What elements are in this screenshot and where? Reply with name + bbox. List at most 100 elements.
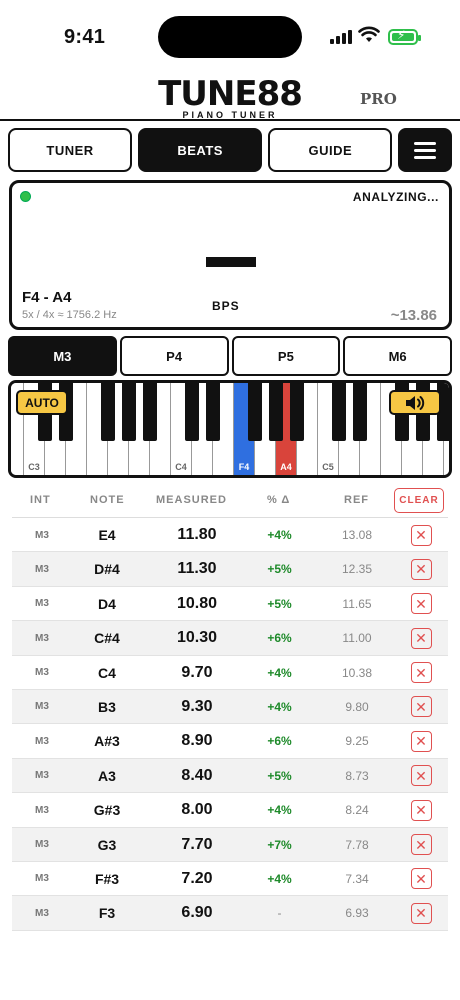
close-icon: ✕ — [410, 662, 432, 684]
table-row: M3 F#3 7.20 +4% 7.34 ✕ — [12, 862, 448, 897]
row-measured: 6.90 — [181, 904, 213, 922]
close-icon: ✕ — [410, 834, 432, 856]
tab-guide[interactable]: GUIDE — [268, 128, 393, 172]
row-delete-button[interactable]: ✕ — [410, 896, 432, 930]
row-measured: 7.70 — [181, 835, 213, 853]
row-delete-button[interactable]: ✕ — [410, 828, 432, 862]
table-row: M3 F3 6.90 - 6.93 ✕ — [12, 896, 448, 931]
row-reference: 8.24 — [345, 803, 369, 818]
interval-tab-p4[interactable]: P4 — [119, 336, 229, 376]
tab-tuner[interactable]: TUNER — [8, 128, 133, 172]
row-interval: M3 — [35, 907, 49, 919]
row-measured: 11.80 — [177, 526, 217, 543]
black-key-asharp3[interactable] — [143, 383, 157, 441]
row-delete-button[interactable]: ✕ — [410, 518, 432, 552]
row-delete-button[interactable]: ✕ — [410, 552, 432, 586]
row-delete-button[interactable]: ✕ — [410, 690, 432, 724]
close-icon: ✕ — [410, 868, 432, 890]
status-bar: 9:41 ⚡ — [0, 0, 460, 72]
row-delete-button[interactable]: ✕ — [410, 621, 432, 655]
table-row: M3 E4 11.80 +4% 13.08 ✕ — [12, 518, 448, 553]
header-divider — [0, 119, 460, 121]
key-label-c3: C3 — [28, 462, 40, 472]
black-key-gsharp4[interactable] — [269, 383, 283, 441]
row-reference: 8.73 — [345, 768, 369, 783]
battery-charging-icon: ⚡ — [388, 28, 421, 45]
row-reference: 10.38 — [341, 665, 373, 680]
row-interval: M3 — [35, 804, 49, 816]
row-interval: M3 — [35, 529, 49, 541]
interval-tab-m3[interactable]: M3 — [8, 336, 117, 376]
row-pct-delta: +5% — [267, 562, 292, 577]
row-delete-button[interactable]: ✕ — [410, 759, 432, 793]
clear-button[interactable]: CLEAR — [394, 488, 444, 513]
row-interval: M3 — [35, 598, 49, 610]
close-icon: ✕ — [410, 524, 432, 546]
status-time: 9:41 — [64, 26, 106, 48]
analyzer-status: ANALYZING... — [352, 190, 439, 204]
black-key-asharp4[interactable] — [290, 383, 304, 441]
row-note: B3 — [98, 698, 116, 715]
row-pct-delta: +6% — [267, 734, 292, 749]
pro-badge: PRO — [360, 90, 397, 108]
col-note: NOTE — [90, 494, 125, 506]
row-delete-button[interactable]: ✕ — [410, 656, 432, 690]
main-tabs: TUNER BEATS GUIDE — [8, 128, 453, 172]
listening-indicator-icon — [20, 191, 31, 202]
key-label-c5: C5 — [322, 462, 334, 472]
row-pct-delta: +4% — [267, 528, 292, 542]
row-note: D4 — [98, 595, 116, 612]
row-pct-delta: +5% — [267, 596, 292, 611]
piano-keyboard[interactable]: AUTO C3 C4 F4 A4 C5 — [8, 380, 452, 478]
table-row: M3 C4 9.70 +4% 10.38 ✕ — [12, 656, 448, 690]
row-delete-button[interactable]: ✕ — [410, 793, 432, 827]
row-measured: 10.30 — [176, 629, 218, 647]
black-key-fsharp4[interactable] — [248, 383, 262, 441]
table-row: M3 A3 8.40 +5% 8.73 ✕ — [12, 758, 448, 794]
black-key-dsharp5[interactable] — [353, 383, 367, 441]
table-header: INT NOTE MEASURED % Δ REF CLEAR — [12, 486, 448, 518]
row-reference: 9.25 — [345, 734, 369, 749]
interval-tab-m6[interactable]: M6 — [343, 336, 452, 376]
row-note: C4 — [98, 664, 116, 681]
row-delete-button[interactable]: ✕ — [410, 587, 432, 621]
row-interval: M3 — [35, 873, 49, 885]
black-key-csharp4[interactable] — [185, 383, 199, 441]
row-reference: 13.08 — [341, 528, 373, 542]
table-row: M3 A#3 8.90 +6% 9.25 ✕ — [12, 724, 448, 759]
row-measured: 10.80 — [176, 594, 218, 612]
row-interval: M3 — [35, 770, 49, 782]
col-int: INT — [30, 494, 51, 506]
row-note: F3 — [98, 905, 116, 922]
col-pct-delta: % Δ — [267, 494, 291, 506]
interval-tab-p5[interactable]: P5 — [231, 336, 341, 376]
row-note: A#3 — [94, 733, 120, 750]
row-reference: 11.00 — [342, 631, 372, 646]
speaker-button[interactable] — [389, 390, 441, 415]
interval-tabs: M3 P4 P5 M6 — [8, 336, 452, 376]
row-pct-delta: +4% — [267, 699, 292, 714]
row-note: F#3 — [94, 870, 120, 887]
black-key-gsharp3[interactable] — [122, 383, 136, 441]
row-interval: M3 — [35, 839, 49, 851]
row-delete-button[interactable]: ✕ — [410, 724, 432, 758]
row-measured: 9.30 — [181, 697, 213, 715]
black-key-csharp5[interactable] — [332, 383, 346, 441]
black-key-dsharp4[interactable] — [206, 383, 220, 441]
row-reference: 12.35 — [341, 562, 373, 577]
row-measured: 8.00 — [181, 801, 213, 819]
bps-unit: BPS — [212, 299, 240, 313]
row-note: E4 — [98, 527, 116, 543]
row-pct-delta: - — [277, 906, 282, 921]
black-key-fsharp3[interactable] — [101, 383, 115, 441]
speaker-icon — [406, 395, 425, 410]
close-icon: ✕ — [410, 558, 432, 580]
row-note: A3 — [98, 767, 116, 784]
tab-beats[interactable]: BEATS — [138, 128, 263, 172]
auto-button[interactable]: AUTO — [16, 390, 68, 415]
menu-button[interactable] — [398, 128, 453, 172]
table-row: M3 B3 9.30 +4% 9.80 ✕ — [12, 689, 448, 725]
row-measured: 8.40 — [181, 766, 213, 784]
row-delete-button[interactable]: ✕ — [410, 862, 432, 896]
row-measured: 8.90 — [181, 732, 213, 750]
